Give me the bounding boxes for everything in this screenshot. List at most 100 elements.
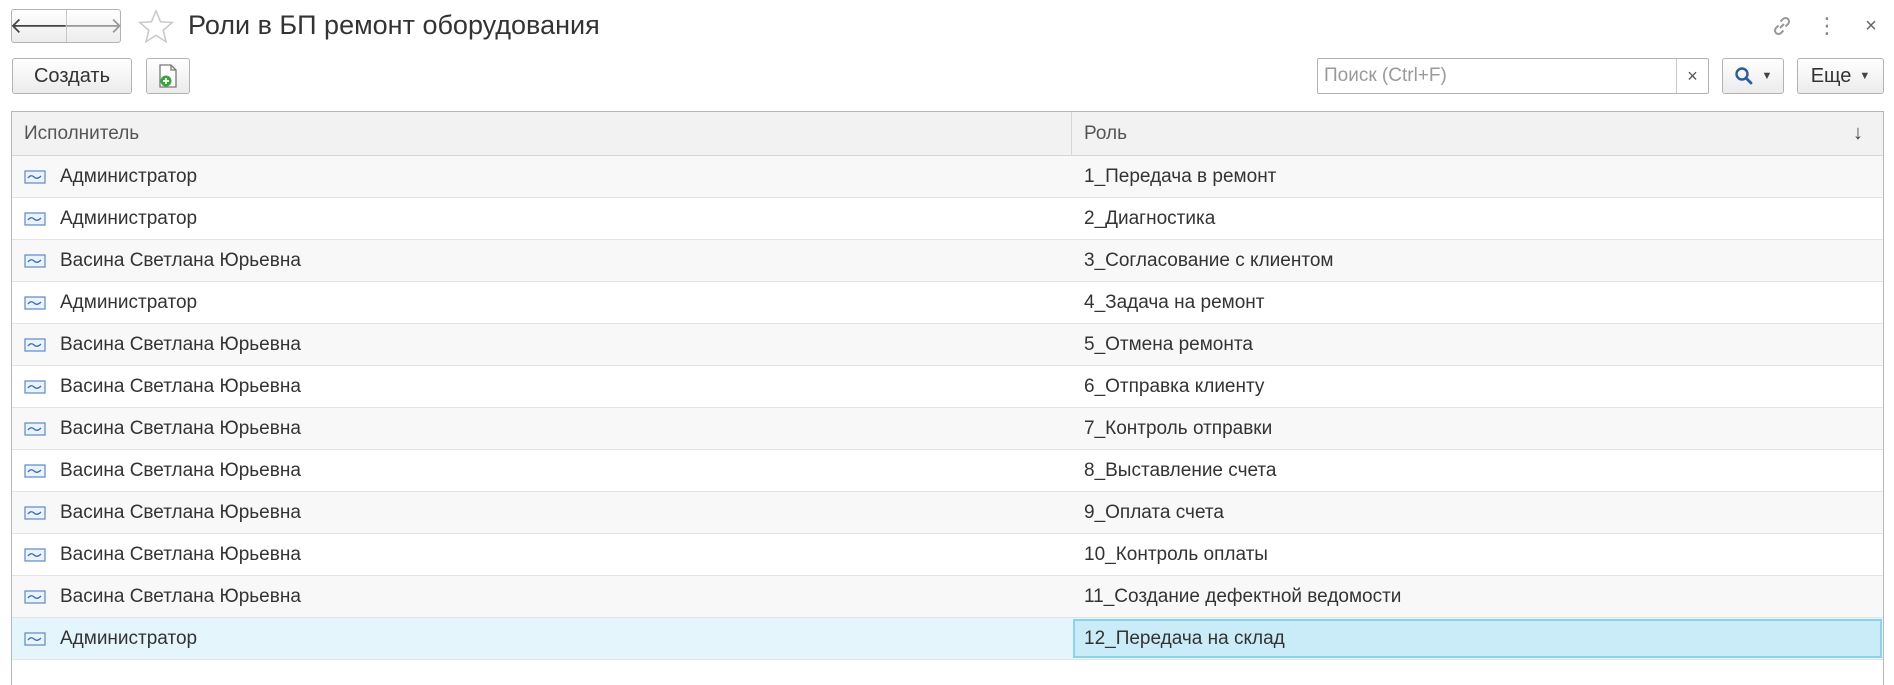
performer-name: Васина Светлана Юрьевна	[60, 543, 301, 565]
catalog-item-icon	[24, 547, 46, 562]
performer-name: Васина Светлана Юрьевна	[60, 375, 301, 397]
cell-performer[interactable]: Администратор	[12, 198, 1072, 239]
search-button[interactable]: ▼	[1722, 58, 1784, 94]
close-icon[interactable]: ×	[1858, 12, 1884, 40]
catalog-item-icon	[24, 253, 46, 268]
role-name: 7_Контроль отправки	[1084, 417, 1273, 439]
link-chain-icon	[1773, 16, 1791, 36]
cell-role[interactable]: 9_Оплата счета	[1072, 492, 1883, 533]
forward-button[interactable]: 🡒	[64, 10, 123, 42]
roles-table: Исполнитель Роль ↓ Администратор 1_Переда…	[11, 111, 1884, 685]
table-row[interactable]: Васина Светлана Юрьевна 10_Контроль оплат…	[12, 534, 1883, 576]
cell-role[interactable]: 8_Выставление счета	[1072, 450, 1883, 491]
performer-name: Васина Светлана Юрьевна	[60, 333, 301, 355]
more-button-label: Еще	[1810, 64, 1852, 87]
table-row[interactable]: Администратор 1_Передача в ремонт	[12, 156, 1883, 198]
performer-name: Администратор	[60, 627, 198, 649]
role-name: 12_Передача на склад	[1084, 627, 1285, 649]
performer-name: Васина Светлана Юрьевна	[60, 585, 301, 607]
table-row[interactable]: Васина Светлана Юрьевна 9_Оплата счета	[12, 492, 1883, 534]
catalog-item-icon	[24, 631, 46, 646]
search-input[interactable]	[1318, 59, 1676, 93]
cell-role[interactable]: 6_Отправка клиенту	[1072, 366, 1883, 407]
search-clear-button[interactable]: ×	[1676, 59, 1708, 93]
cell-performer[interactable]: Васина Светлана Юрьевна	[12, 408, 1072, 449]
catalog-item-icon	[24, 589, 46, 604]
back-button[interactable]: 🡐	[10, 10, 69, 42]
cell-role[interactable]: 1_Передача в ремонт	[1072, 156, 1883, 197]
sort-descending-icon: ↓	[1853, 122, 1863, 144]
table-row[interactable]: Администратор 4_Задача на ремонт	[12, 282, 1883, 324]
table-header: Исполнитель Роль ↓	[12, 112, 1883, 156]
add-copy-button[interactable]	[146, 58, 190, 94]
table-row[interactable]: Васина Светлана Юрьевна 3_Согласование с …	[12, 240, 1883, 282]
cell-role[interactable]: 11_Создание дефектной ведомости	[1072, 576, 1883, 617]
page-title: Роли в БП ремонт оборудования	[188, 10, 600, 40]
chevron-down-icon: ▼	[1761, 70, 1773, 82]
table-row[interactable]: Васина Светлана Юрьевна 7_Контроль отправ…	[12, 408, 1883, 450]
performer-name: Васина Светлана Юрьевна	[60, 501, 301, 523]
role-name: 11_Создание дефектной ведомости	[1084, 585, 1402, 607]
catalog-item-icon	[24, 463, 46, 478]
favorite-star-icon[interactable]	[137, 8, 175, 46]
cell-performer[interactable]: Васина Светлана Юрьевна	[12, 240, 1072, 281]
cell-role[interactable]: 2_Диагностика	[1072, 198, 1883, 239]
create-button[interactable]: Создать	[12, 58, 132, 94]
chevron-down-icon: ▼	[1859, 70, 1871, 82]
performer-name: Васина Светлана Юрьевна	[60, 459, 301, 481]
table-row[interactable]: Васина Светлана Юрьевна 6_Отправка клиент…	[12, 366, 1883, 408]
table-body: Администратор 1_Передача в ремонт Админист…	[12, 156, 1883, 660]
navigation-group: 🡐 🡒	[10, 9, 123, 43]
search-icon	[1734, 67, 1752, 85]
column-header-label: Исполнитель	[24, 122, 140, 144]
search-box: ×	[1317, 58, 1709, 94]
column-header-role[interactable]: Роль ↓	[1072, 112, 1883, 155]
role-name: 9_Оплата счета	[1084, 501, 1224, 523]
link-icon[interactable]	[1768, 12, 1796, 40]
catalog-item-icon	[24, 379, 46, 394]
table-row[interactable]: Васина Светлана Юрьевна 5_Отмена ремонта	[12, 324, 1883, 366]
column-header-label: Роль	[1084, 122, 1127, 144]
cell-performer[interactable]: Администратор	[12, 618, 1072, 659]
catalog-item-icon	[24, 211, 46, 226]
catalog-item-icon	[24, 505, 46, 520]
cell-role[interactable]: 4_Задача на ремонт	[1072, 282, 1883, 323]
table-row[interactable]: Васина Светлана Юрьевна 11_Создание дефек…	[12, 576, 1883, 618]
cell-performer[interactable]: Васина Светлана Юрьевна	[12, 576, 1072, 617]
cell-role[interactable]: 3_Согласование с клиентом	[1072, 240, 1883, 281]
cell-role[interactable]: 5_Отмена ремонта	[1072, 324, 1883, 365]
role-name: 1_Передача в ремонт	[1084, 165, 1277, 187]
catalog-item-icon	[24, 295, 46, 310]
performer-name: Васина Светлана Юрьевна	[60, 249, 301, 271]
cell-performer[interactable]: Васина Светлана Юрьевна	[12, 450, 1072, 491]
cell-performer[interactable]: Васина Светлана Юрьевна	[12, 492, 1072, 533]
role-name: 2_Диагностика	[1084, 207, 1216, 229]
more-actions-icon[interactable]: ⋮	[1816, 12, 1838, 40]
cell-performer[interactable]: Васина Светлана Юрьевна	[12, 324, 1072, 365]
catalog-item-icon	[24, 421, 46, 436]
role-name: 6_Отправка клиенту	[1084, 375, 1265, 397]
table-row[interactable]: Администратор 2_Диагностика	[12, 198, 1883, 240]
cell-performer[interactable]: Васина Светлана Юрьевна	[12, 366, 1072, 407]
column-header-performer[interactable]: Исполнитель	[12, 112, 1072, 155]
cell-role[interactable]: 12_Передача на склад	[1073, 619, 1882, 658]
performer-name: Администратор	[60, 165, 198, 187]
role-name: 5_Отмена ремонта	[1084, 333, 1253, 355]
more-button[interactable]: Еще ▼	[1797, 58, 1884, 94]
cell-performer[interactable]: Васина Светлана Юрьевна	[12, 534, 1072, 575]
performer-name: Васина Светлана Юрьевна	[60, 417, 301, 439]
catalog-item-icon	[24, 337, 46, 352]
role-name: 3_Согласование с клиентом	[1084, 249, 1334, 271]
cell-performer[interactable]: Администратор	[12, 156, 1072, 197]
table-row[interactable]: Васина Светлана Юрьевна 8_Выставление сче…	[12, 450, 1883, 492]
table-row[interactable]: Администратор 12_Передача на склад	[12, 618, 1883, 660]
role-name: 10_Контроль оплаты	[1084, 543, 1268, 565]
cell-role[interactable]: 10_Контроль оплаты	[1072, 534, 1883, 575]
role-name: 4_Задача на ремонт	[1084, 291, 1265, 313]
performer-name: Администратор	[60, 291, 198, 313]
cell-role[interactable]: 7_Контроль отправки	[1072, 408, 1883, 449]
role-name: 8_Выставление счета	[1084, 459, 1277, 481]
cell-performer[interactable]: Администратор	[12, 282, 1072, 323]
add-document-icon	[159, 64, 177, 88]
catalog-item-icon	[24, 169, 46, 184]
